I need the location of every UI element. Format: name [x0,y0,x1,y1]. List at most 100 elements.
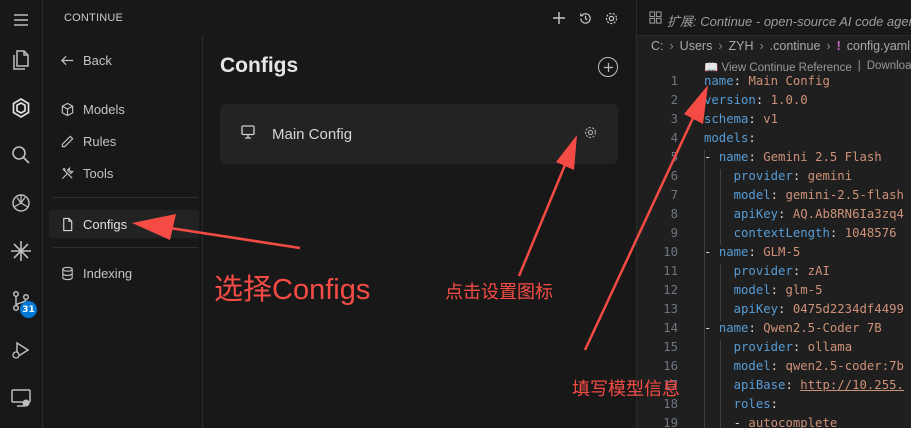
openai-icon[interactable] [7,189,35,217]
code-line: 15 provider: ollama [637,340,911,359]
yaml-key: apiBase [733,378,786,392]
line-number: 15 [663,340,678,354]
yaml-key: version [704,93,756,107]
search-icon[interactable] [7,141,35,169]
yaml-value: Gemini 2.5 Flash [763,150,882,164]
yaml-value: gemini-2.5-flash [785,188,904,202]
remote-explorer-icon[interactable] [7,384,35,412]
yaml-value: ollama [807,340,853,354]
code-line: 5 - name: Gemini 2.5 Flash [637,150,911,169]
plus-icon [603,62,613,72]
nav-label-rules: Rules [83,133,117,149]
yaml-key: model [733,188,771,202]
explorer-icon[interactable] [7,46,35,74]
breadcrumb-item[interactable]: Users [680,39,713,53]
tools-icon [61,166,75,179]
nav-label-indexing: Indexing [83,265,133,281]
pencil-icon [61,135,74,147]
config-settings-icon[interactable] [583,125,598,145]
menu-icon[interactable] [7,6,35,34]
nav-item-tools[interactable]: Tools [60,162,113,184]
indent-guide [720,169,721,245]
code-line: 10 - name: GLM-5 [637,245,911,264]
editor-tab[interactable]: 扩展: Continue - open-source AI code agent [667,11,911,30]
yaml-key: provider [733,169,793,183]
monitor-icon [240,124,256,145]
nav-item-indexing[interactable]: Indexing [60,262,132,284]
activity-bar: 31 [0,0,43,428]
code-text: provider: zAI [733,264,830,278]
codelens: 📖 View Continue Reference | Download [704,60,911,74]
back-button[interactable]: Back [60,49,112,71]
nav-label-models: Models [83,101,125,117]
run-debug-icon[interactable] [7,336,35,364]
line-number: 9 [670,226,678,240]
code-line: 11 provider: zAI [637,264,911,283]
add-config-button[interactable] [598,57,618,77]
yaml-value: 1.0.0 [770,93,808,107]
breadcrumb: C: › Users › ZYH › .continue › ! config.… [651,39,910,53]
line-number: 2 [670,93,678,107]
yaml-key: apiKey [733,207,779,221]
history-icon[interactable] [576,9,594,27]
database-icon [62,266,73,280]
yaml-value: AQ.Ab8RN6Ia3zq4 [792,207,904,221]
file-icon [63,217,73,231]
breadcrumb-item[interactable]: ZYH [729,39,754,53]
yaml-key: provider [733,340,793,354]
settings-gear-icon[interactable] [602,9,620,27]
continue-icon[interactable] [7,94,35,122]
yaml-key: name [718,321,749,335]
line-number: 4 [670,131,678,145]
nav-item-models[interactable]: Models [60,98,125,120]
indent-guide [720,264,721,321]
yaml-key: apiKey [733,302,779,316]
codelens-download-link[interactable]: Download [867,60,911,74]
yaml-key: name [718,150,749,164]
line-number: 1 [670,74,678,88]
breadcrumb-item[interactable]: .continue [770,39,821,53]
page-title: Configs [220,54,299,77]
nav-item-rules[interactable]: Rules [60,130,116,152]
yaml-value: Main Config [748,74,830,88]
line-number: 19 [663,416,678,428]
config-name: Main Config [272,126,353,143]
code-text: version: 1.0.0 [704,93,808,107]
line-number: 11 [663,264,678,278]
codelens-reference-link[interactable]: 📖 View Continue Reference [704,60,852,74]
code-text: model: qwen2.5-coder:7b [733,359,904,373]
vscode-window: 31 CONTINUE Back Models Rules Tools Conf… [0,0,911,428]
breadcrumb-item[interactable]: config.yaml [847,39,910,53]
nav-label-tools: Tools [83,165,114,181]
code-text: - name: GLM-5 [704,245,801,259]
yaml-value: 1048576 [844,226,897,240]
breadcrumb-item[interactable]: C: [651,39,664,53]
code-text: provider: gemini [733,169,853,183]
yaml-key: name [718,245,749,259]
code-text: - name: Gemini 2.5 Flash [704,150,882,164]
sparkle-icon[interactable] [7,237,35,265]
configs-panel: Configs Main Config [204,36,635,428]
yaml-file-icon: ! [836,39,841,53]
code-line: 12 model: glm-5 [637,283,911,302]
code-text: models: [704,131,764,145]
side-bar-header: CONTINUE [43,0,635,36]
yaml-key: roles [733,397,771,411]
yaml-value: 0475d2234df4499 [792,302,904,316]
line-number: 10 [663,245,678,259]
chevron-right-icon: › [826,39,831,53]
arrow-left-icon [61,55,74,65]
yaml-value: glm-5 [785,283,823,297]
indent-guide [720,340,721,428]
nav-item-configs[interactable]: Configs [60,213,127,235]
line-number: 3 [670,112,678,126]
code-line: 3 schema: v1 [637,112,911,131]
code-text: schema: v1 [704,112,779,126]
config-card[interactable]: Main Config [220,104,618,164]
source-control-badge: 31 [20,301,37,318]
new-session-icon[interactable] [550,9,568,27]
yaml-value: gemini [807,169,853,183]
yaml-value: http://10.255. [800,378,904,392]
code-line: 8 apiKey: AQ.Ab8RN6Ia3zq4 [637,207,911,226]
code-line: 6 provider: gemini [637,169,911,188]
